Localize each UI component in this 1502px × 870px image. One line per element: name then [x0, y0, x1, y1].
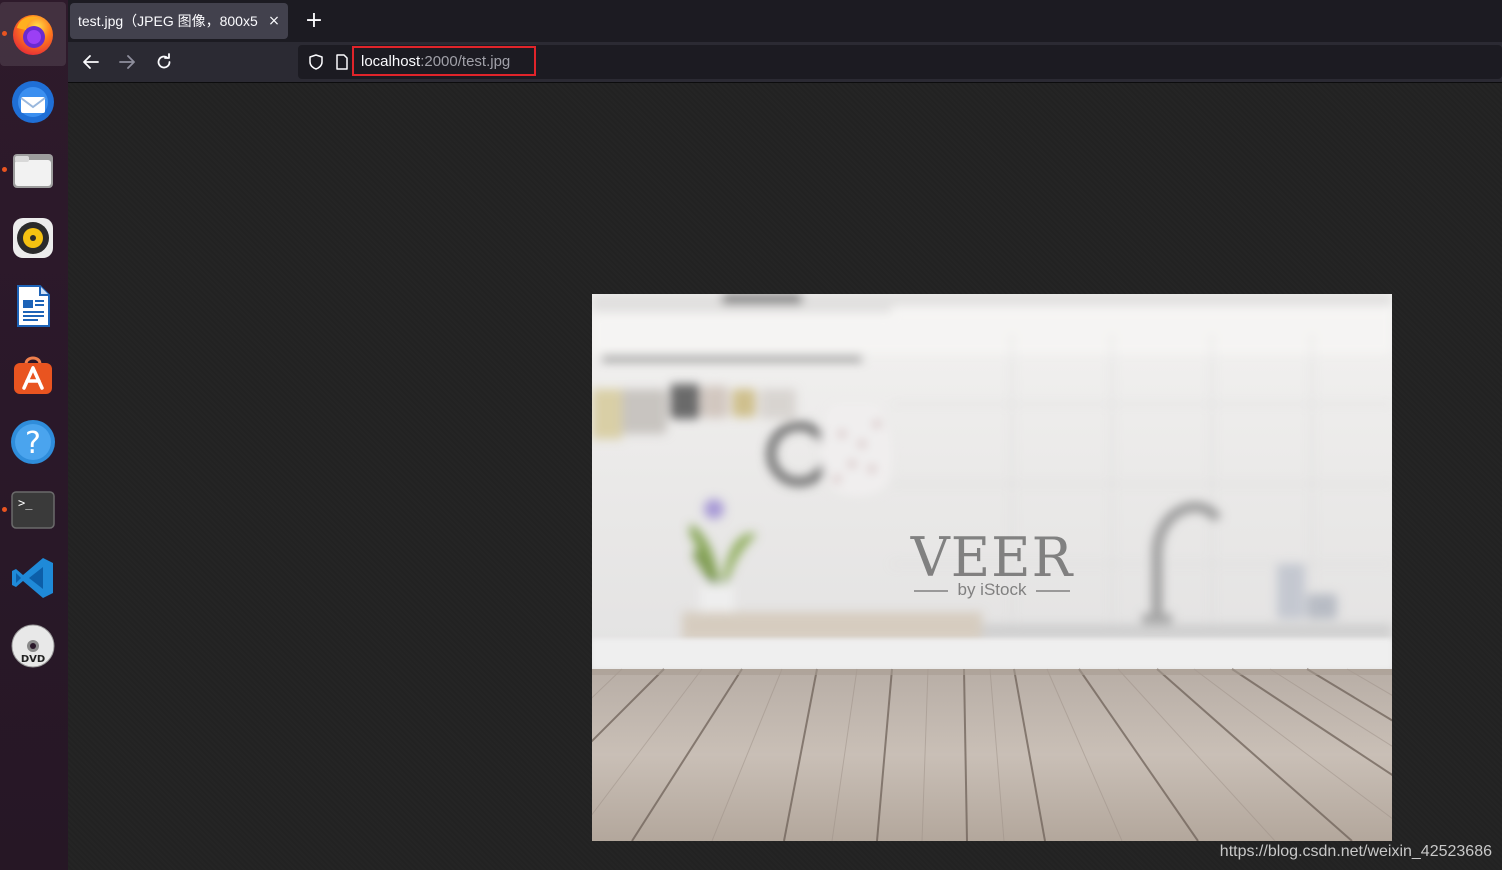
writer-document-icon: [17, 285, 50, 327]
test-jpg-image: VEER by iStock: [592, 294, 1392, 841]
dock-thunderbird[interactable]: [0, 70, 66, 134]
dock-libreoffice-writer[interactable]: [0, 274, 66, 338]
browser-tab[interactable]: test.jpg（JPEG 图像，800x5 ×: [70, 3, 288, 39]
help-icon: ?: [11, 420, 55, 464]
ubuntu-dock: ? >_ DVD: [0, 0, 69, 870]
files-icon: [13, 154, 53, 188]
page-icon[interactable]: [335, 54, 349, 70]
tab-bar: test.jpg（JPEG 图像，800x5 × +: [68, 0, 1502, 42]
dock-firefox[interactable]: [0, 2, 66, 66]
dock-rhythmbox[interactable]: [0, 206, 66, 270]
dvd-disc-icon: DVD: [11, 624, 55, 668]
dock-dvd[interactable]: DVD: [0, 614, 66, 678]
source-url-watermark: https://blog.csdn.net/weixin_42523686: [1219, 843, 1492, 860]
image-viewer-content: VEER by iStock: [68, 83, 1502, 870]
tab-title: test.jpg（JPEG 图像，800x5: [78, 13, 258, 29]
running-indicator: [2, 167, 7, 172]
dock-help[interactable]: ?: [0, 410, 66, 474]
svg-text:DVD: DVD: [21, 654, 45, 665]
rhythmbox-icon: [13, 218, 53, 258]
back-arrow-icon: [83, 55, 99, 69]
new-tab-button[interactable]: +: [300, 7, 328, 35]
vscode-icon: [12, 558, 53, 598]
software-store-icon: [14, 356, 52, 394]
watermark-subtitle: by iStock: [957, 580, 1027, 599]
url-host: localhost: [361, 53, 421, 70]
dock-vscode[interactable]: [0, 546, 66, 610]
terminal-icon: >_: [11, 491, 55, 529]
thunderbird-icon: [12, 81, 54, 123]
tab-close-icon[interactable]: ×: [264, 13, 284, 29]
url-text[interactable]: localhost:2000/test.jpg: [361, 53, 510, 70]
back-button[interactable]: [77, 48, 105, 76]
url-path: :2000/test.jpg: [420, 53, 511, 70]
dock-files[interactable]: [0, 138, 66, 202]
navigation-toolbar: localhost:2000/test.jpg: [68, 42, 1502, 83]
svg-text:?: ?: [25, 426, 41, 461]
shield-icon[interactable]: [308, 54, 324, 70]
svg-text:>_: >_: [18, 496, 33, 510]
running-indicator: [2, 31, 7, 36]
forward-arrow-icon: [119, 55, 135, 69]
forward-button[interactable]: [113, 48, 141, 76]
firefox-icon: [13, 15, 53, 55]
reload-icon: [157, 53, 171, 69]
reload-button[interactable]: [150, 48, 178, 76]
dock-ubuntu-software[interactable]: [0, 342, 66, 406]
dock-terminal[interactable]: >_: [0, 478, 66, 542]
running-indicator: [2, 507, 7, 512]
